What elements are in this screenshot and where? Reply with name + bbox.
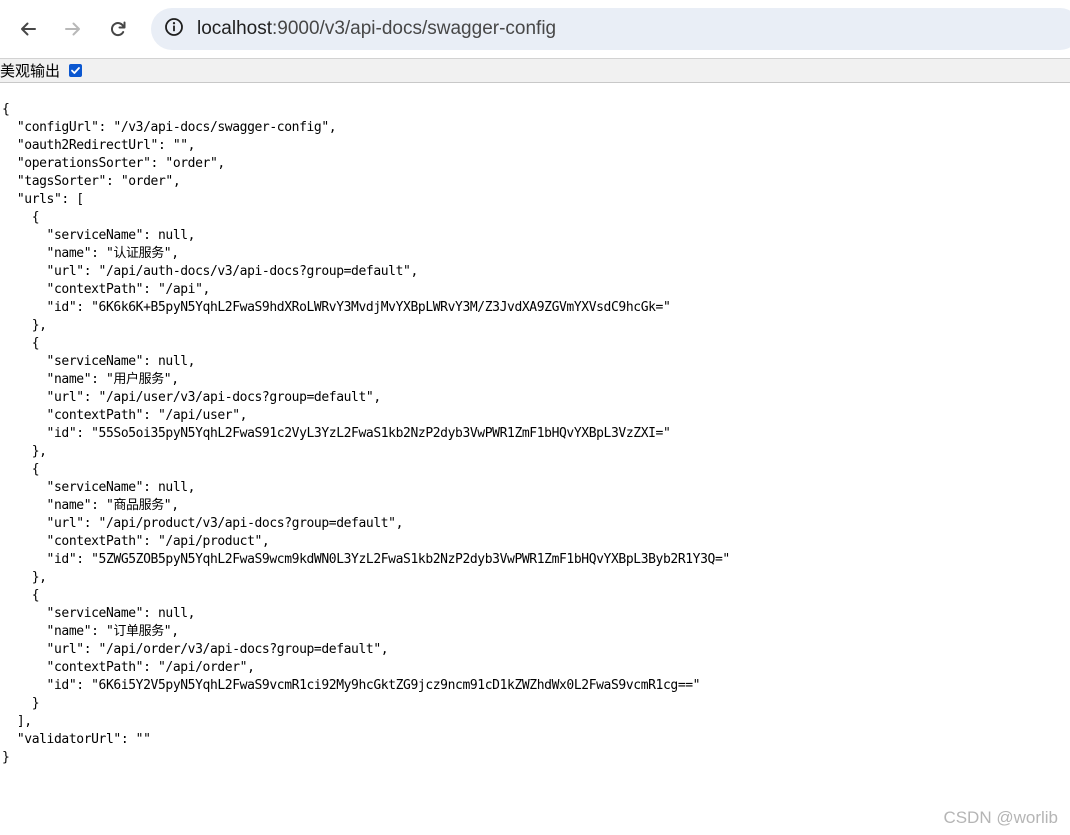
json-line: "contextPath": "/api/order",	[2, 660, 255, 675]
json-line: "configUrl": "/v3/api-docs/swagger-confi…	[2, 120, 337, 135]
json-line: "name": "认证服务",	[2, 246, 180, 261]
url-text[interactable]: localhost:9000/v3/api-docs/swagger-confi…	[197, 18, 556, 40]
json-line: "contextPath": "/api",	[2, 282, 211, 297]
json-line: "serviceName": null,	[2, 228, 196, 243]
json-line: "name": "用户服务",	[2, 372, 180, 387]
json-line: "serviceName": null,	[2, 354, 196, 369]
arrow-right-icon	[63, 19, 83, 39]
json-line: {	[2, 462, 40, 477]
address-bar[interactable]: localhost:9000/v3/api-docs/swagger-confi…	[151, 8, 1070, 50]
json-line: ],	[2, 714, 32, 729]
json-line: {	[2, 336, 40, 351]
json-line: },	[2, 570, 47, 585]
json-line: {	[2, 588, 40, 603]
json-line: }	[2, 750, 10, 765]
json-line: "validatorUrl": ""	[2, 732, 151, 747]
json-line: "serviceName": null,	[2, 480, 196, 495]
json-line: "id": "5ZWG5ZOB5pyN5YqhL2FwaS9wcm9kdWN0L…	[2, 552, 731, 567]
json-line: "oauth2RedirectUrl": "",	[2, 138, 196, 153]
json-line: "name": "订单服务",	[2, 624, 180, 639]
json-line: "url": "/api/user/v3/api-docs?group=defa…	[2, 390, 382, 405]
reload-button[interactable]	[100, 11, 136, 47]
arrow-left-icon	[18, 19, 38, 39]
json-content: { "configUrl": "/v3/api-docs/swagger-con…	[2, 101, 730, 767]
pretty-print-checkbox[interactable]	[69, 64, 82, 77]
pretty-print-bar: 美观输出	[0, 58, 1070, 83]
json-line: }	[2, 696, 40, 711]
json-line: "url": "/api/product/v3/api-docs?group=d…	[2, 516, 404, 531]
reload-icon	[108, 19, 128, 39]
json-line: {	[2, 210, 40, 225]
pretty-print-label: 美观输出	[0, 62, 61, 80]
browser-toolbar: localhost:9000/v3/api-docs/swagger-confi…	[0, 0, 1070, 58]
json-line: "serviceName": null,	[2, 606, 196, 621]
json-line: "id": "55So5oi35pyN5YqhL2FwaS91c2VyL3YzL…	[2, 426, 671, 441]
json-line: "id": "6K6k6K+B5pyN5YqhL2FwaS9hdXRoLWRvY…	[2, 300, 671, 315]
json-line: "url": "/api/auth-docs/v3/api-docs?group…	[2, 264, 419, 279]
json-line: "name": "商品服务",	[2, 498, 180, 513]
info-circle-icon	[164, 17, 184, 41]
json-line: "contextPath": "/api/user",	[2, 408, 248, 423]
url-host: localhost	[197, 18, 272, 39]
json-line: "url": "/api/order/v3/api-docs?group=def…	[2, 642, 389, 657]
json-line: "operationsSorter": "order",	[2, 156, 225, 171]
site-info-button[interactable]	[159, 14, 189, 44]
json-line: "id": "6K6i5Y2V5pyN5YqhL2FwaS9vcmR1ci92M…	[2, 678, 701, 693]
csdn-watermark: CSDN @worlib	[943, 808, 1058, 827]
forward-button[interactable]	[55, 11, 91, 47]
json-line: {	[2, 102, 10, 117]
json-line: },	[2, 444, 47, 459]
url-path: :9000/v3/api-docs/swagger-config	[272, 18, 557, 39]
json-line: "tagsSorter": "order",	[2, 174, 181, 189]
json-line: },	[2, 318, 47, 333]
json-line: "contextPath": "/api/product",	[2, 534, 270, 549]
back-button[interactable]	[10, 11, 46, 47]
checkmark-icon	[71, 67, 80, 74]
json-line: "urls": [	[2, 192, 84, 207]
